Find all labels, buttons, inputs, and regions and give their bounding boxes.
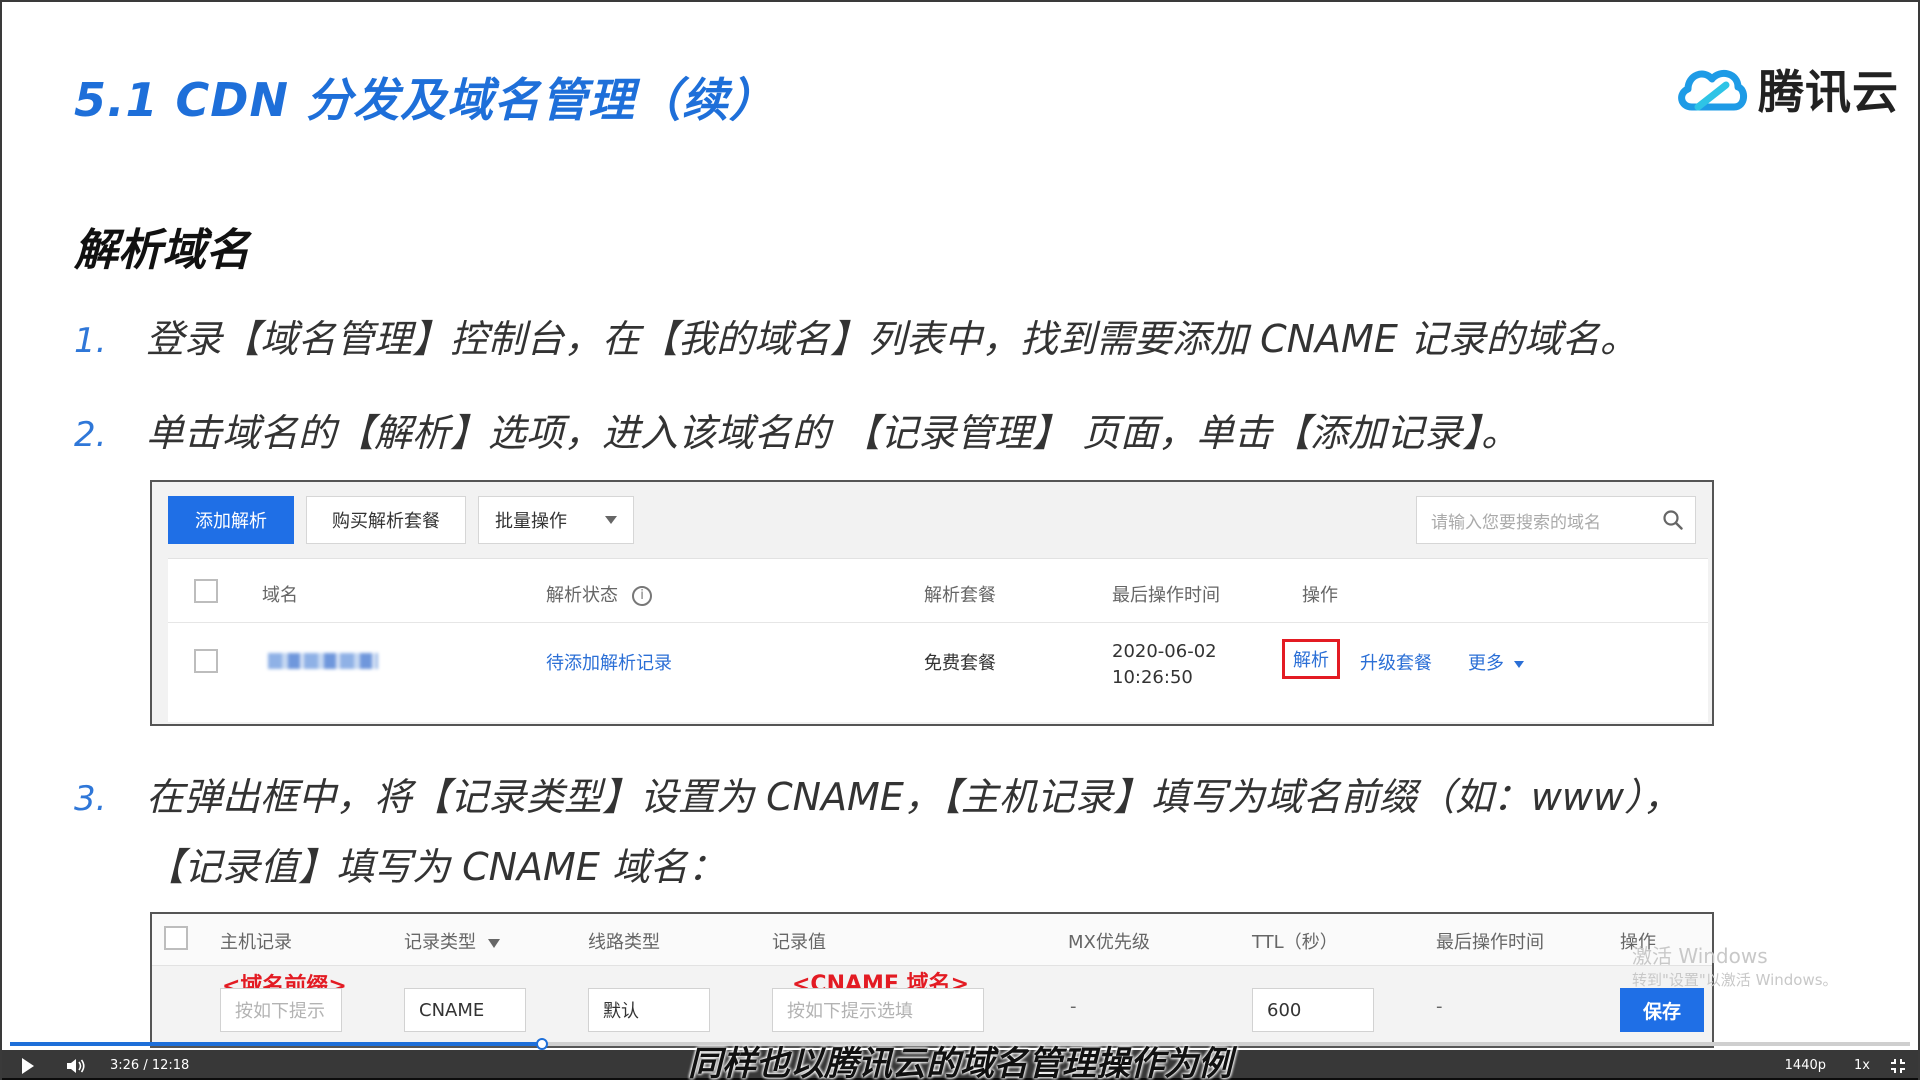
record-table-header: 主机记录 记录类型 线路类型 记录值 MX优先级 TTL（秒） 最后操作时间 操… (152, 914, 1712, 966)
last-time: 10:26:50 (1112, 667, 1193, 688)
ttl-input[interactable]: 600 (1252, 988, 1374, 1032)
header-actions: 操作 (1302, 585, 1338, 606)
step-3-continued: 【记录值】填写为 CNAME 域名： (146, 845, 726, 889)
header-value: 记录值 (772, 932, 826, 953)
header-last-time: 最后操作时间 (1112, 585, 1220, 606)
windows-activation-watermark: 激活 Windows 转到"设置"以激活 Windows。 (1632, 944, 1838, 992)
step-number: 3. (74, 779, 107, 819)
header-host: 主机记录 (220, 932, 292, 953)
select-all-checkbox[interactable] (194, 579, 218, 603)
filter-icon[interactable] (488, 938, 500, 948)
save-button[interactable]: 保存 (1620, 988, 1704, 1032)
step-2: 2. 单击域名的【解析】选项，进入该域名的 【记录管理】 页面，单击【添加记录】。 (74, 402, 1519, 457)
tencent-cloud-logo: 腾讯云 (1674, 56, 1899, 122)
step-text: 在弹出框中，将【记录类型】设置为 CNAME，【主机记录】填写为域名前缀（如：w… (146, 775, 1682, 819)
record-type-select[interactable]: CNAME (404, 988, 526, 1032)
mx-value: - (1070, 996, 1077, 1017)
step-text: 登录【域名管理】控制台，在【我的域名】列表中，找到需要添加 CNAME 记录的域… (146, 317, 1638, 361)
header-line: 线路类型 (588, 932, 660, 953)
batch-operation-select[interactable]: 批量操作 (478, 496, 634, 544)
upgrade-plan-link[interactable]: 升级套餐 (1360, 649, 1432, 675)
host-record-input[interactable]: 按如下提示 (220, 988, 342, 1032)
table-header: 域名 解析状态 i 解析套餐 最后操作时间 操作 (168, 559, 1708, 623)
header-mx: MX优先级 (1068, 932, 1150, 953)
step-number: 1. (74, 321, 107, 361)
toolbar: 添加解析 购买解析套餐 批量操作 请输入您要搜索的域名 (168, 496, 1696, 544)
step-3: 3. 在弹出框中，将【记录类型】设置为 CNAME，【主机记录】填写为域名前缀（如… (74, 766, 1681, 821)
slide-frame: 5.1 CDN 分发及域名管理（续） 腾讯云 解析域名 1. 登录【域名管理】控制… (0, 0, 1920, 1080)
buy-plan-button[interactable]: 购买解析套餐 (306, 496, 466, 544)
header-domain: 域名 (262, 585, 298, 606)
step-text: 单击域名的【解析】选项，进入该域名的 【记录管理】 页面，单击【添加记录】。 (146, 411, 1520, 455)
domain-table: 域名 解析状态 i 解析套餐 最后操作时间 操作 待添加解析记录 免费套餐 202… (168, 558, 1708, 722)
info-icon[interactable]: i (632, 586, 652, 606)
record-editor-screenshot: 主机记录 记录类型 线路类型 记录值 MX优先级 TTL（秒） 最后操作时间 操… (150, 912, 1714, 1048)
plan-value: 免费套餐 (924, 653, 996, 674)
cloud-logo-icon (1678, 69, 1747, 111)
chevron-down-icon (605, 516, 617, 524)
header-plan: 解析套餐 (924, 585, 996, 606)
more-label: 更多 (1468, 653, 1504, 674)
last-time-value: - (1436, 996, 1443, 1017)
watermark-line1: 激活 Windows (1632, 944, 1768, 968)
header-status-label: 解析状态 (546, 585, 618, 606)
step-number: 2. (74, 415, 107, 455)
section-heading: 解析域名 (74, 225, 250, 276)
parse-link[interactable]: 解析 (1282, 639, 1340, 679)
video-caption: 同样也以腾讯云的域名管理操作为例 (688, 1044, 1232, 1080)
row-checkbox[interactable] (194, 649, 218, 673)
step-1: 1. 登录【域名管理】控制台，在【我的域名】列表中，找到需要添加 CNAME 记录… (74, 308, 1638, 363)
status-link[interactable]: 待添加解析记录 (546, 649, 672, 675)
more-menu[interactable]: 更多 (1468, 649, 1524, 675)
watermark-line2: 转到"设置"以激活 Windows。 (1632, 971, 1838, 989)
domain-search-input[interactable]: 请输入您要搜索的域名 (1416, 496, 1696, 544)
record-value-input[interactable]: 按如下提示选填 (772, 988, 984, 1032)
search-icon[interactable] (1663, 510, 1683, 530)
domain-list-screenshot: 添加解析 购买解析套餐 批量操作 请输入您要搜索的域名 域名 解析状态 i 解析… (150, 480, 1714, 726)
header-ttl: TTL（秒） (1252, 932, 1338, 953)
line-type-select[interactable]: 默认 (588, 988, 710, 1032)
logo-text: 腾讯云 (1758, 65, 1899, 119)
add-resolution-button[interactable]: 添加解析 (168, 496, 294, 544)
table-row: 待添加解析记录 免费套餐 2020-06-02 10:26:50 解析 升级套餐… (168, 623, 1708, 723)
header-status: 解析状态 i (546, 581, 652, 607)
header-type-label: 记录类型 (404, 932, 476, 953)
header-last-time: 最后操作时间 (1436, 932, 1544, 953)
blurred-domain-link[interactable] (268, 653, 378, 669)
batch-operation-label: 批量操作 (495, 511, 567, 532)
search-placeholder: 请输入您要搜索的域名 (1431, 512, 1601, 533)
chevron-down-icon (1514, 660, 1524, 668)
last-date: 2020-06-02 (1112, 641, 1217, 662)
header-type: 记录类型 (404, 928, 500, 954)
slide-title: 5.1 CDN 分发及域名管理（续） (74, 73, 776, 127)
select-all-checkbox[interactable] (164, 926, 188, 950)
